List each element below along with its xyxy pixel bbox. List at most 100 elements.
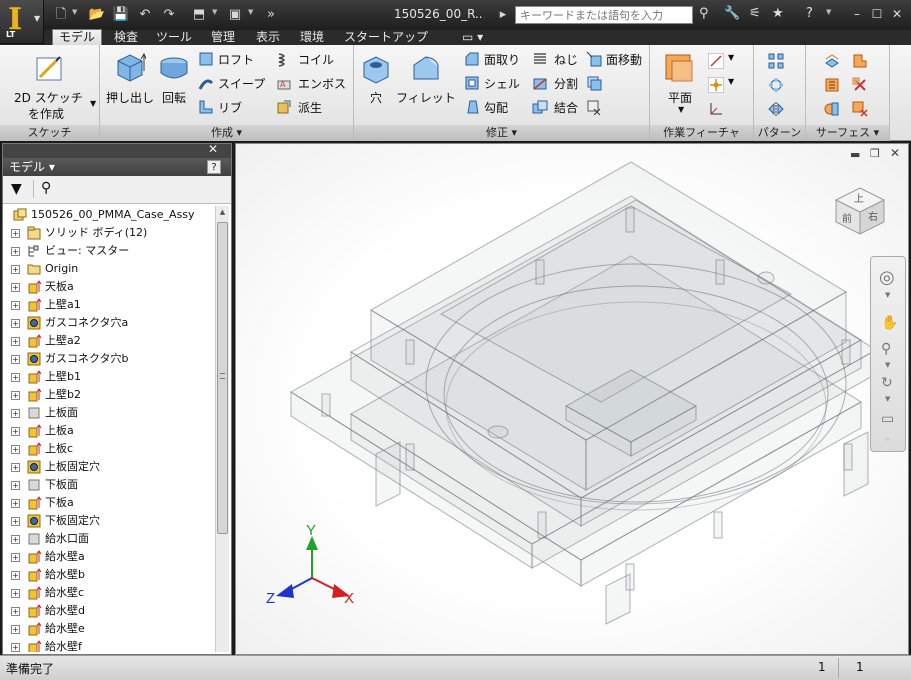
expand-icon[interactable]: + [11,373,20,382]
tab-model[interactable]: モデル [52,29,103,45]
material-icon[interactable]: ⬒ [190,6,208,24]
plane-button[interactable]: 平面 ▼ [658,49,702,121]
thread-button[interactable]: ねじ [532,51,582,69]
tree-item[interactable]: + 上板固定穴 [5,458,215,476]
rib-button[interactable]: リブ [198,99,278,117]
tree-item[interactable]: + 天板a [5,278,215,296]
chevron-right-icon[interactable]: ▸ [494,6,512,24]
tree-scrollbar[interactable]: ▲ [215,206,229,652]
tab-overflow-icon[interactable]: ▭ ▾ [456,30,489,45]
close-browser-icon[interactable]: ✕ [208,142,218,156]
search-input[interactable] [515,6,693,24]
expand-icon[interactable]: + [11,337,20,346]
expand-icon[interactable]: + [11,283,20,292]
extrude-button[interactable]: 押し出し [104,49,156,121]
delete-surface-icon[interactable] [852,101,868,117]
tree-item[interactable]: + 給水壁d [5,602,215,620]
chevron-down-icon[interactable]: ▼ [885,291,890,299]
tree-item[interactable]: + 下板固定穴 [5,512,215,530]
expand-icon[interactable]: + [11,427,20,436]
work-axis-icon[interactable] [708,53,724,69]
split-button[interactable]: 分割 [532,75,582,93]
tree-item[interactable]: + 給水壁a [5,548,215,566]
maximize-button[interactable]: ☐ [868,5,886,23]
draft-button[interactable]: 勾配 [464,99,530,117]
expand-icon[interactable]: + [11,391,20,400]
more-commands-icon[interactable]: » [262,6,280,24]
tree-item[interactable]: + 給水口面 [5,530,215,548]
mirror-icon[interactable] [768,101,784,117]
loft-button[interactable]: ロフト [198,51,278,69]
expand-icon[interactable]: + [11,229,20,238]
look-at-icon[interactable]: ▭ [881,411,894,427]
orbit-icon[interactable]: ↻ [881,375,893,391]
create-2d-sketch-button[interactable]: 2D スケッチ を作成 ▼ [4,49,98,121]
rectangular-pattern-icon[interactable] [768,53,784,69]
chevron-down-icon[interactable]: ▼ [728,77,734,86]
find-binoculars-icon[interactable]: ⚲ [41,180,51,196]
circular-pattern-icon[interactable] [768,77,784,93]
stitch-icon[interactable] [852,53,868,69]
expand-icon[interactable]: + [11,607,20,616]
tree-item[interactable]: + ビュー: マスター [5,242,215,260]
sweep-button[interactable]: スイープ [198,75,278,93]
tree-item[interactable]: + 給水壁b [5,566,215,584]
fillet-button[interactable]: フィレット [394,49,460,121]
expand-icon[interactable]: + [11,553,20,562]
hole-button[interactable]: 穴 [358,49,394,121]
communication-icon[interactable]: ⚟ [749,6,761,21]
tree-item[interactable]: + 給水壁c [5,584,215,602]
tab-view[interactable]: 表示 [250,30,286,45]
expand-icon[interactable]: + [11,445,20,454]
expand-icon[interactable]: + [11,481,20,490]
appearance-icon[interactable]: ▣ [226,6,244,24]
steering-wheel-icon[interactable]: ◎ [879,267,895,288]
tree-item[interactable]: + 下板面 [5,476,215,494]
expand-icon[interactable]: + [11,625,20,634]
tree-item[interactable]: + 給水壁e [5,620,215,638]
help-icon[interactable]: ? [207,160,221,174]
pmma-case-model[interactable] [290,161,877,625]
graphics-viewport[interactable]: ▬ ❐ ✕ 上 前 右 ◎ ▼ ✋ ⚲ ▼ ↻ ▼ ▭ ◦ Y X Z [235,143,909,655]
redo-icon[interactable]: ↷ [160,6,178,24]
expand-icon[interactable]: + [11,499,20,508]
tree-item[interactable]: + ガスコネクタ穴a [5,314,215,332]
close-button[interactable]: ✕ [888,5,906,23]
expand-icon[interactable]: + [11,463,20,472]
chevron-down-icon[interactable]: ▼ [212,8,217,16]
tree-item[interactable]: + 上壁a2 [5,332,215,350]
patch-icon[interactable] [824,101,840,117]
minimize-button[interactable]: – [848,5,866,23]
help-icon[interactable]: ? [806,6,813,21]
tree-item[interactable]: + 上板面 [5,404,215,422]
tree-item[interactable]: + 上板c [5,440,215,458]
derive-button[interactable]: 派生 [276,99,352,117]
shell-button[interactable]: シェル [464,75,530,93]
thicken-icon[interactable] [824,53,840,69]
tree-item[interactable]: + 上板a [5,422,215,440]
tab-tools[interactable]: ツール [150,30,198,45]
emboss-button[interactable]: A エンボス [276,75,352,93]
save-icon[interactable]: 💾 [112,6,130,24]
expand-icon[interactable]: + [11,301,20,310]
panel-title-surface[interactable]: サーフェス ▾ [806,125,889,141]
expand-icon[interactable]: + [11,517,20,526]
chevron-down-icon[interactable]: ▼ [72,8,77,16]
zoom-icon[interactable]: ⚲ [881,341,891,357]
chevron-down-icon[interactable]: ▼ [728,53,734,62]
tab-environments[interactable]: 環境 [294,30,330,45]
chevron-down-icon[interactable]: ▼ [826,8,831,16]
expand-icon[interactable]: + [11,355,20,364]
expand-icon[interactable]: + [11,589,20,598]
expand-icon[interactable]: + [11,265,20,274]
favorites-star-icon[interactable]: ★ [772,6,784,21]
pan-hand-icon[interactable]: ✋ [881,315,898,331]
scroll-up-icon[interactable]: ▲ [217,208,228,218]
tree-item[interactable]: + ソリッド ボディ(12) [5,224,215,242]
chamfer-button[interactable]: 面取り [464,51,530,69]
tree-item[interactable]: + 上壁b2 [5,386,215,404]
move-face-button[interactable]: 面移動 [586,51,648,69]
trim-surface-icon[interactable] [852,77,868,93]
tree-item[interactable]: + 上壁b1 [5,368,215,386]
chevron-down-icon[interactable]: ▼ [885,395,890,403]
